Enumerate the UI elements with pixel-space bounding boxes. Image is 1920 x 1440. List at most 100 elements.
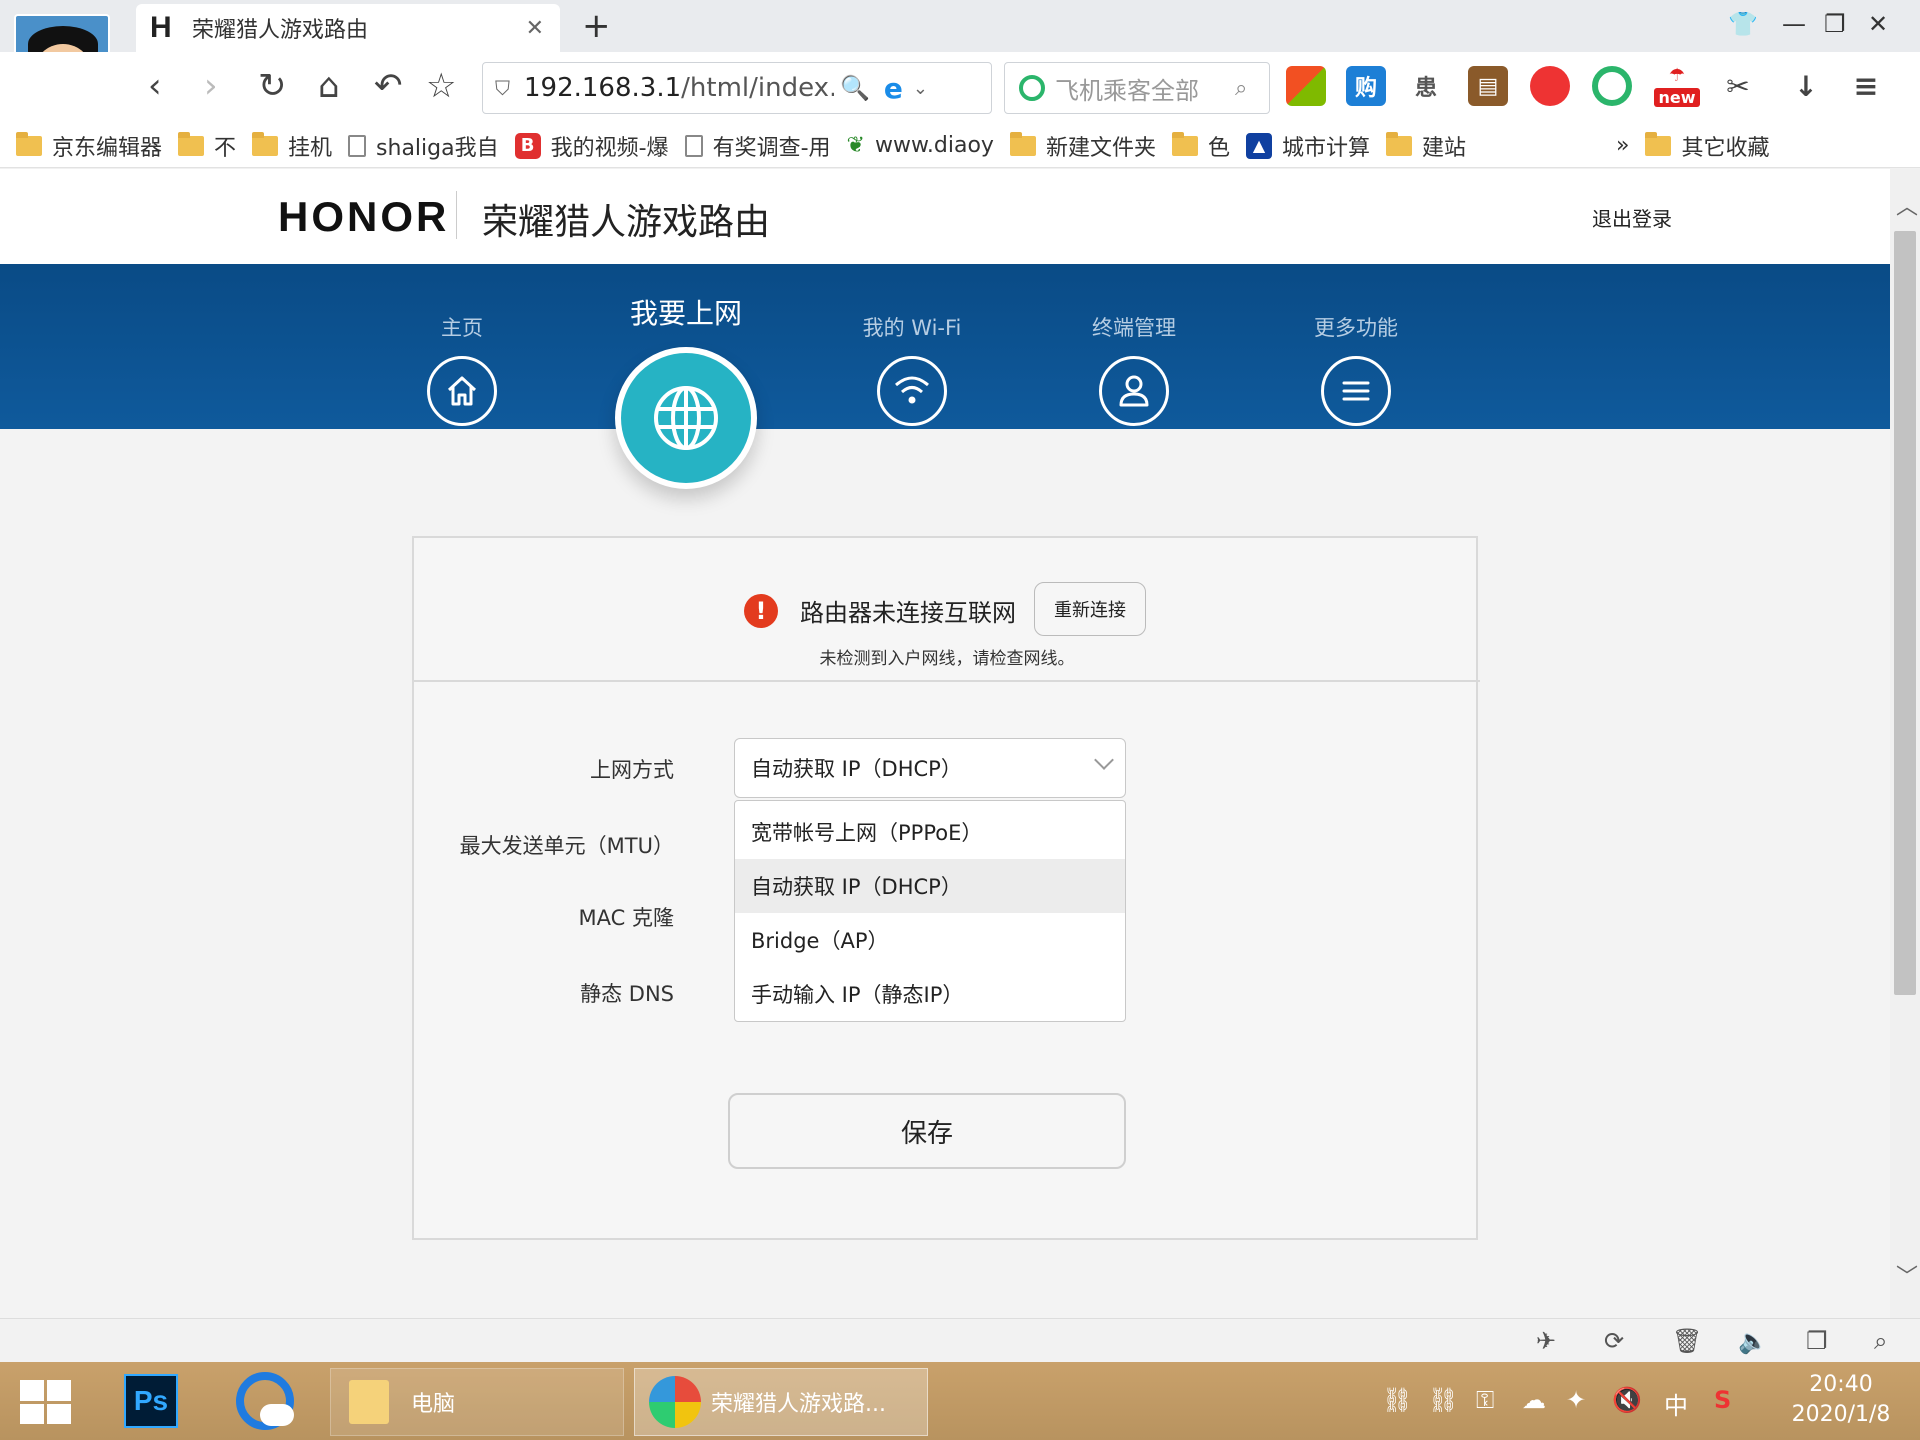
- ime-indicator[interactable]: 中: [1664, 1386, 1688, 1421]
- muted-volume-icon[interactable]: 🔇: [1612, 1386, 1642, 1414]
- option-bridge[interactable]: Bridge（AP）: [735, 913, 1125, 967]
- address-bar[interactable]: ⛉ 192.168.3.1/html/index. 🔍 e ⌄: [482, 62, 992, 114]
- chart-icon[interactable]: ▤: [1468, 66, 1508, 106]
- shopping-icon[interactable]: 购: [1346, 66, 1386, 106]
- chevron-down-icon[interactable]: ⌄: [913, 78, 928, 99]
- search-icon[interactable]: ⌕: [1235, 76, 1247, 101]
- zoom-icon[interactable]: ⌕: [1874, 1327, 1887, 1355]
- logout-link[interactable]: 退出登录: [1592, 203, 1672, 232]
- nav-item-wifi[interactable]: 我的 Wi-Fi: [812, 264, 1012, 426]
- ie-engine-icon[interactable]: e: [884, 72, 903, 105]
- sound-icon[interactable]: 🔈: [1738, 1327, 1768, 1355]
- globe-icon[interactable]: [615, 347, 757, 489]
- favorite-star-icon[interactable]: ☆: [426, 66, 456, 106]
- option-static-ip[interactable]: 手动输入 IP（静态IP）: [735, 967, 1125, 1021]
- bookmark-item[interactable]: 挂机: [252, 130, 332, 162]
- scroll-down-icon[interactable]: ﹀: [1896, 1259, 1918, 1291]
- windows-start-icon[interactable]: [20, 1380, 72, 1424]
- bookmarks-bar: 京东编辑器 不 挂机 shaliga我自 B 我的视频-爆 有奖调查-用 ❦ www…: [0, 124, 1920, 168]
- home-button[interactable]: ⌂: [318, 66, 340, 106]
- home-icon: [427, 356, 497, 426]
- skin-icon[interactable]: 👕: [1728, 10, 1758, 38]
- close-window-button[interactable]: ✕: [1868, 10, 1888, 38]
- maximize-button[interactable]: ❐: [1824, 10, 1846, 38]
- bookmark-other[interactable]: 其它收藏: [1645, 130, 1770, 162]
- new-extension-icon[interactable]: ☂ new: [1654, 65, 1700, 107]
- leaf-icon: ❦: [846, 133, 865, 158]
- tray-app-icon[interactable]: ⚿: [1476, 1386, 1494, 1414]
- nav-label: 更多功能: [1314, 316, 1398, 340]
- nav-item-more[interactable]: 更多功能: [1256, 264, 1456, 426]
- bookmark-item[interactable]: 色: [1171, 130, 1230, 162]
- bookmarks-overflow-button[interactable]: »: [1616, 133, 1629, 158]
- forward-button[interactable]: ›: [204, 66, 218, 106]
- window-icon[interactable]: ❐: [1806, 1327, 1828, 1355]
- error-icon: !: [744, 594, 778, 628]
- nav-item-devices[interactable]: 终端管理: [1034, 264, 1234, 426]
- menu-icon[interactable]: ≡: [1846, 66, 1886, 106]
- bookmark-item[interactable]: 京东编辑器: [16, 130, 162, 162]
- search-box[interactable]: 飞机乘客全部 ⌕: [1004, 62, 1270, 114]
- url-text[interactable]: 192.168.3.1/html/index.: [524, 73, 834, 103]
- undo-close-button[interactable]: ↶: [374, 66, 403, 106]
- option-pppoe[interactable]: 宽带帐号上网（PPPoE）: [735, 805, 1125, 859]
- router-page: HONOR 荣耀猎人游戏路由 退出登录 主页 我要上网 我的 Wi-Fi 终端管…: [0, 169, 1890, 1318]
- green-ring-icon[interactable]: [1592, 66, 1632, 106]
- bookmark-item[interactable]: 新建文件夹: [1009, 130, 1156, 162]
- taskbar-explorer[interactable]: 电脑: [330, 1368, 624, 1436]
- bookmark-item[interactable]: ❦ www.diaoy: [847, 133, 994, 158]
- download-icon[interactable]: ↓: [1786, 66, 1826, 106]
- network-icon[interactable]: ⛓: [1382, 1386, 1412, 1414]
- speed-icon[interactable]: ⟳: [1604, 1327, 1624, 1355]
- scroll-thumb[interactable]: [1894, 231, 1916, 995]
- scissors-icon[interactable]: ✂: [1718, 66, 1758, 106]
- minimize-button[interactable]: —: [1782, 10, 1806, 38]
- pin-icon[interactable]: ✈: [1536, 1327, 1556, 1355]
- search-engine-icon: [1019, 75, 1045, 101]
- calligraphy-icon[interactable]: 患: [1406, 66, 1446, 106]
- reload-button[interactable]: ↻: [258, 66, 287, 106]
- back-button[interactable]: ‹: [148, 66, 162, 106]
- chevron-down-icon: [1094, 750, 1114, 770]
- search-input[interactable]: 飞机乘客全部: [1055, 71, 1225, 106]
- bookmark-item[interactable]: B 我的视频-爆: [514, 130, 669, 162]
- connection-mode-select[interactable]: 自动获取 IP（DHCP）: [734, 738, 1126, 798]
- page-scrollbar[interactable]: ︿ ﹀: [1890, 169, 1920, 1318]
- browser-taskbar-icon[interactable]: [236, 1372, 294, 1430]
- tab-close-icon[interactable]: ✕: [526, 16, 544, 41]
- network-icon[interactable]: ⛓: [1428, 1386, 1458, 1414]
- cloud-icon[interactable]: ☁: [1522, 1386, 1546, 1414]
- bookmark-item[interactable]: 有奖调查-用: [684, 130, 831, 162]
- header-divider: [456, 191, 457, 239]
- page-title: 荣耀猎人游戏路由: [482, 202, 771, 243]
- bookmark-item[interactable]: shaliga我自: [348, 130, 499, 162]
- tray-app-icon[interactable]: ✦: [1566, 1386, 1586, 1414]
- sogou-icon[interactable]: S: [1714, 1386, 1731, 1414]
- folder-icon: [349, 1380, 389, 1424]
- zoom-icon[interactable]: 🔍: [840, 74, 870, 102]
- bookmark-item[interactable]: 不: [178, 130, 236, 162]
- browser-toolbar: ‹ › ↻ ⌂ ↶ ☆ ⛉ 192.168.3.1/html/index. 🔍 …: [0, 52, 1920, 124]
- browser-tab-active[interactable]: H 荣耀猎人游戏路由 ✕: [136, 4, 560, 52]
- windows-apps-icon[interactable]: [1286, 66, 1326, 106]
- menu-icon: [1321, 356, 1391, 426]
- taskbar-browser-window[interactable]: 荣耀猎人游戏路...: [634, 1368, 928, 1436]
- save-button[interactable]: 保存: [728, 1093, 1126, 1169]
- bookmark-item[interactable]: ▲ 城市计算: [1245, 130, 1370, 162]
- bookmark-item[interactable]: 建站: [1386, 130, 1466, 162]
- photoshop-icon[interactable]: Ps: [124, 1374, 178, 1428]
- new-tab-button[interactable]: +: [582, 6, 611, 46]
- status-message: 路由器未连接互联网: [800, 599, 1016, 627]
- page-header: HONOR 荣耀猎人游戏路由 退出登录: [0, 169, 1890, 264]
- label-mac-clone: MAC 克隆: [578, 906, 674, 930]
- scroll-up-icon[interactable]: ︿: [1896, 189, 1918, 221]
- red-app-icon[interactable]: [1530, 66, 1570, 106]
- browser-tab-bar: H 荣耀猎人游戏路由 ✕ + 👕 — ❐ ✕: [0, 0, 1920, 114]
- trash-icon[interactable]: 🗑: [1672, 1327, 1702, 1355]
- browser-status-bar: ✈ ⟳ 🗑 🔈 ❐ ⌕: [0, 1318, 1920, 1362]
- nav-item-internet[interactable]: 我要上网: [586, 264, 786, 332]
- reconnect-button[interactable]: 重新连接: [1034, 582, 1146, 636]
- system-clock[interactable]: 20:40 2020/1/8: [1776, 1370, 1906, 1430]
- nav-item-home[interactable]: 主页: [362, 264, 562, 426]
- option-dhcp[interactable]: 自动获取 IP（DHCP）: [735, 859, 1125, 913]
